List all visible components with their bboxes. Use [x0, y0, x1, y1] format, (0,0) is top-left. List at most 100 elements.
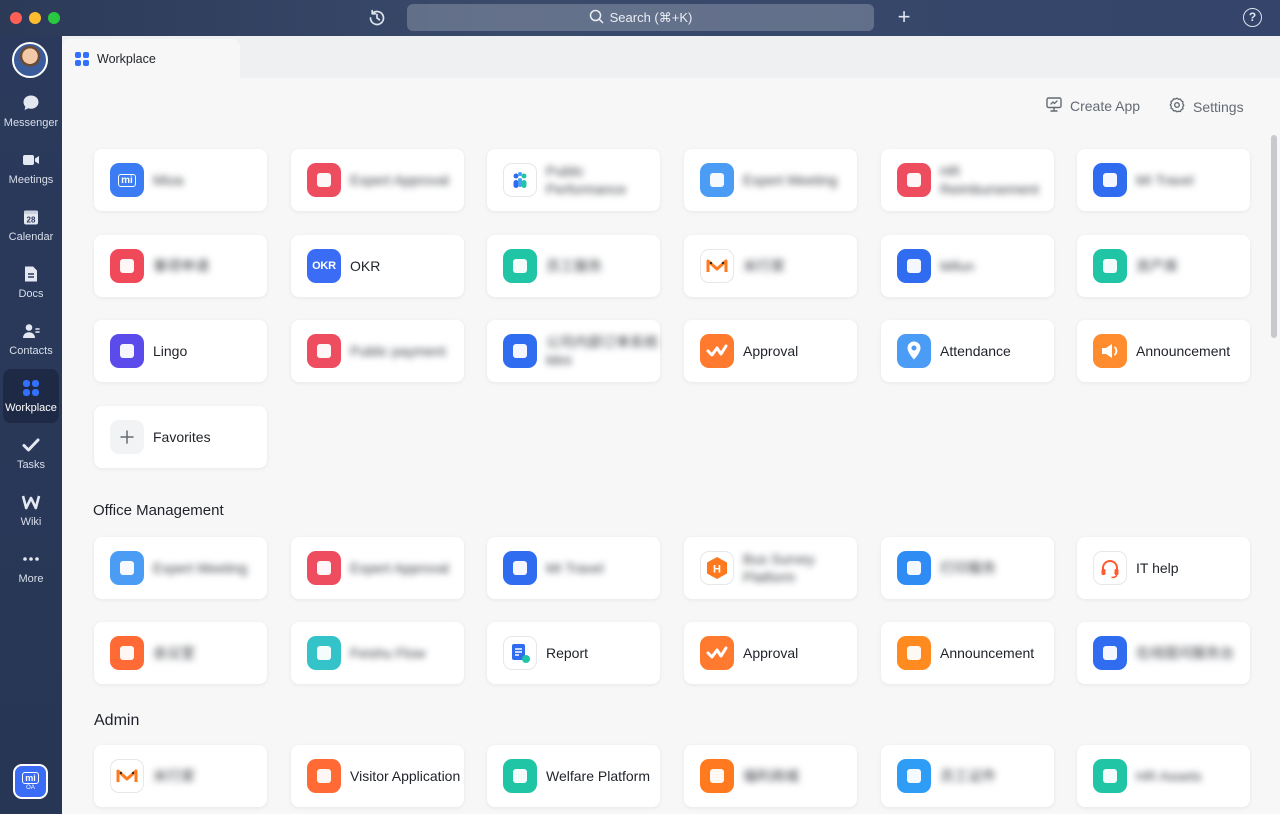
bus-survey-platform-icon: H [700, 551, 734, 585]
announcement-icon [1093, 334, 1127, 368]
app-card-bus-survey-platform[interactable]: H Bus Survey Platform [684, 537, 857, 599]
sidebar-item-contacts[interactable]: Contacts [3, 312, 59, 366]
calendar-icon: 28 [21, 207, 41, 227]
sidebar-item-calendar[interactable]: 28 Calendar [3, 198, 59, 252]
app-name: HR Reimbursement [940, 163, 1039, 197]
app-card-approval[interactable]: Approval [684, 622, 857, 684]
app-card-app[interactable]: 员工证件 [881, 745, 1054, 807]
sidebar-item-workplace[interactable]: Workplace [3, 369, 59, 423]
public-payment-icon [307, 334, 341, 368]
hr-reimbursement-icon [897, 163, 931, 197]
app-card-app[interactable]: 福利商城 [684, 745, 857, 807]
app-card-app[interactable]: 在线提问服务台 [1077, 622, 1250, 684]
tab-label: Workplace [97, 51, 156, 66]
sidebar-item-label: Meetings [8, 174, 54, 186]
app-name: 员工服务 [546, 258, 602, 274]
app-card-app[interactable]: 会议室 [94, 622, 267, 684]
app-name: 事项申请 [153, 258, 209, 274]
create-app-button[interactable]: Create App [1046, 97, 1140, 115]
settings-label: Settings [1193, 98, 1244, 115]
app-card-app[interactable]: 米行家 [684, 235, 857, 297]
app-card-it-help[interactable]: IT help [1077, 537, 1250, 599]
minimize-window-button[interactable] [29, 12, 41, 24]
app-name: Mioa [153, 172, 184, 188]
expert-meeting-icon [700, 163, 734, 197]
lingo-icon [110, 334, 144, 368]
app-card-expert-approval[interactable]: Expert Approval [291, 537, 464, 599]
app-name: 在线提问服务台 [1136, 645, 1234, 661]
sidebar-item-docs[interactable]: Docs [3, 255, 59, 309]
maximize-window-button[interactable] [48, 12, 60, 24]
search-input[interactable]: Search (⌘+K) [407, 4, 874, 31]
app-icon [110, 636, 144, 670]
app-card-announcement[interactable]: Announcement [881, 622, 1054, 684]
app-card-lingo[interactable]: Lingo [94, 320, 267, 382]
sidebar-item-messenger[interactable]: Messenger [3, 84, 59, 138]
app-icon [1093, 636, 1127, 670]
app-name: 公司内部订单系统 Mini [546, 334, 658, 368]
new-plus-button[interactable]: + [893, 6, 915, 28]
app-icon [110, 759, 144, 793]
app-card-report[interactable]: Report [487, 622, 660, 684]
mi-oa-app-button[interactable]: mi OA [13, 764, 48, 799]
app-name: Public Performance [546, 163, 627, 197]
scrollbar[interactable] [1271, 135, 1277, 338]
app-card-hr-reimbursement[interactable]: HR Reimbursement [881, 149, 1054, 211]
app-name: Announcement [1136, 343, 1231, 359]
app-name: Visitor Application [350, 768, 461, 784]
app-card-app[interactable]: 米行家 [94, 745, 267, 807]
app-card-approval[interactable]: Approval [684, 320, 857, 382]
settings-button[interactable]: Settings [1169, 97, 1244, 116]
app-card-app[interactable]: 员工服务 [487, 235, 660, 297]
help-icon[interactable]: ? [1243, 8, 1262, 27]
docs-icon [21, 264, 41, 284]
app-card-app[interactable]: 事项申请 [94, 235, 267, 297]
app-card-hr-assets[interactable]: HR Assets [1077, 745, 1250, 807]
app-card-expert-approval[interactable]: Expert Approval [291, 149, 464, 211]
sidebar-item-tasks[interactable]: Tasks [3, 426, 59, 480]
app-card-mi-travel[interactable]: MI Travel [1077, 149, 1250, 211]
title-bar: Search (⌘+K) + ? [0, 0, 1280, 36]
close-window-button[interactable] [10, 12, 22, 24]
app-card-expert-meeting[interactable]: Expert Meeting [684, 149, 857, 211]
app-name: Welfare Platform [546, 768, 650, 784]
app-icon [503, 249, 537, 283]
avatar[interactable] [12, 42, 48, 78]
add-favorites-button[interactable]: Favorites [94, 406, 267, 468]
app-name: Report [546, 645, 589, 661]
app-card-app[interactable]: 打印服务 [881, 537, 1054, 599]
favorites-label: Favorites [153, 429, 211, 445]
app-card-mi-travel[interactable]: MI Travel [487, 537, 660, 599]
app-name: OKR [350, 258, 381, 274]
sidebar-item-meetings[interactable]: Meetings [3, 141, 59, 195]
gear-icon [1169, 97, 1185, 116]
app-card-public-performance[interactable]: Public Performance [487, 149, 660, 211]
it-help-icon [1093, 551, 1127, 585]
sidebar-item-more[interactable]: More [3, 540, 59, 594]
app-card-announcement[interactable]: Announcement [1077, 320, 1250, 382]
app-card-mioa[interactable]: mi Mioa [94, 149, 267, 211]
app-card-app[interactable]: 资产库 [1077, 235, 1250, 297]
tab-bar: Workplace [62, 36, 1280, 78]
app-card-feishu-flow[interactable]: Feishu Flow [291, 622, 464, 684]
contacts-icon [21, 321, 41, 341]
app-card-visitor-application[interactable]: Visitor Application [291, 745, 464, 807]
history-icon[interactable] [366, 7, 388, 29]
feishu-flow-icon [307, 636, 341, 670]
expert-approval-icon [307, 163, 341, 197]
app-name: MI Travel [546, 560, 604, 576]
app-name: Expert Meeting [153, 560, 248, 576]
app-name: Lingo [153, 343, 188, 359]
app-card-public-payment[interactable]: Public payment [291, 320, 464, 382]
tab-workplace[interactable]: Workplace [62, 39, 240, 78]
app-card-welfare-platform[interactable]: Welfare Platform [487, 745, 660, 807]
app-card-mini[interactable]: 公司内部订单系统 Mini [487, 320, 660, 382]
app-card-mifun[interactable]: Mifun [881, 235, 1054, 297]
monitor-icon [1046, 97, 1062, 115]
expert-meeting-icon [110, 551, 144, 585]
report-icon [503, 636, 537, 670]
app-card-expert-meeting[interactable]: Expert Meeting [94, 537, 267, 599]
app-card-okr[interactable]: OKR OKR [291, 235, 464, 297]
app-card-attendance[interactable]: Attendance [881, 320, 1054, 382]
sidebar-item-wiki[interactable]: Wiki [3, 483, 59, 537]
